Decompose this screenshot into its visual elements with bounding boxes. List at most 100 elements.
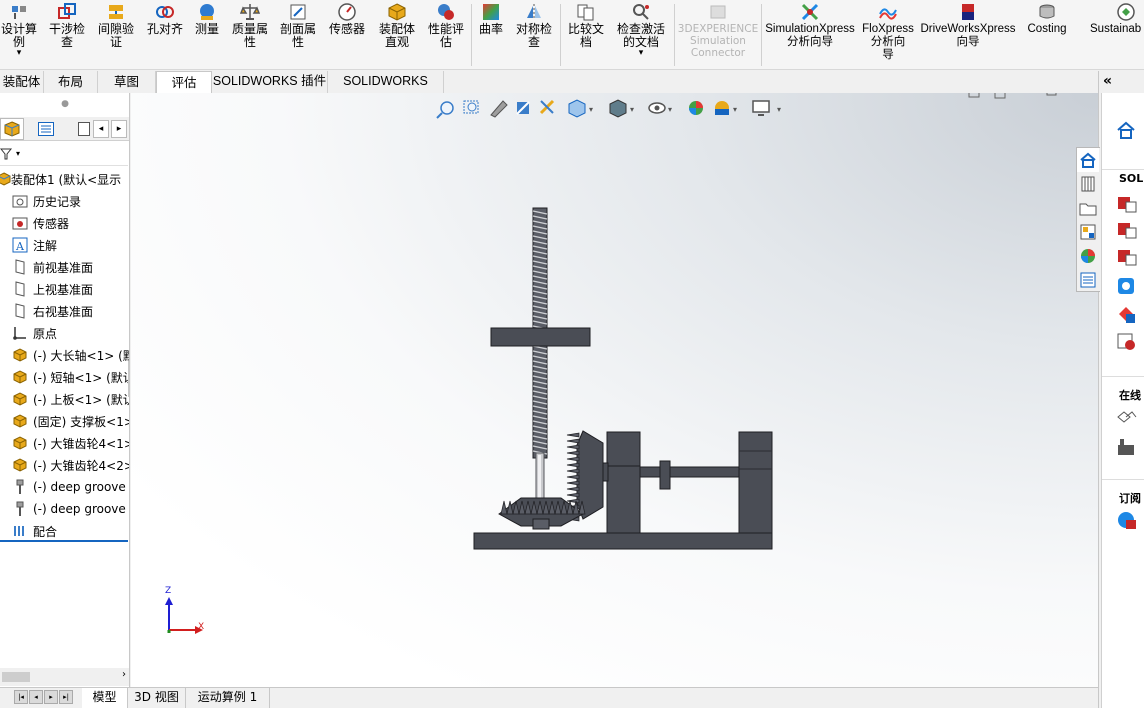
tab-assembly[interactable]: 装配体 bbox=[0, 71, 44, 93]
tree-item[interactable]: 传感器 bbox=[10, 213, 69, 233]
tab-evaluate[interactable]: 评估 bbox=[156, 71, 212, 93]
sustainability-button[interactable]: Sustainab bbox=[1090, 2, 1144, 36]
check-active-document-button[interactable]: 检查激活 的文档 ▾ bbox=[612, 2, 670, 58]
design-library-tab[interactable] bbox=[1077, 172, 1099, 196]
tree-item[interactable]: A 注解 bbox=[10, 235, 57, 255]
long-screw-shaft[interactable] bbox=[532, 207, 548, 514]
task-pane-home-tab[interactable] bbox=[1077, 148, 1099, 172]
tab-solidworks-mbd[interactable]: SOLIDWORKS MBD bbox=[328, 71, 444, 109]
first-tab-icon[interactable]: |◂ bbox=[14, 690, 28, 704]
hide-show-items-icon[interactable]: ▾ bbox=[648, 102, 672, 114]
tab-3d-view[interactable]: 3D 视图 bbox=[128, 688, 186, 708]
horizontal-scrollbar[interactable]: › bbox=[0, 668, 129, 686]
tree-item[interactable]: 右视基准面 bbox=[10, 301, 93, 321]
restore-window-icon[interactable] bbox=[1046, 93, 1058, 96]
panel-grip[interactable]: ● bbox=[0, 93, 129, 115]
design-study-button[interactable]: 设计算 例 ▾ bbox=[0, 2, 38, 58]
horizontal-bevel-gear[interactable] bbox=[498, 497, 586, 530]
tree-filter-bar[interactable]: ▾ bbox=[0, 142, 128, 166]
symmetry-check-button[interactable]: 对称检 查 bbox=[511, 2, 557, 49]
next-window-icon[interactable] bbox=[994, 93, 1006, 99]
upper-plate[interactable] bbox=[490, 327, 591, 347]
performance-evaluation-button[interactable]: 性能评 估 bbox=[424, 2, 468, 49]
resource-item-icon[interactable] bbox=[1116, 220, 1138, 243]
view-settings-icon[interactable]: ▾ bbox=[752, 100, 781, 116]
tab-solidworks-addins[interactable]: SOLIDWORKS 插件 bbox=[212, 71, 328, 93]
driveworksxpress-button[interactable]: DriveWorksXpress 向导 bbox=[920, 2, 1016, 49]
scroll-left-arrow-icon[interactable]: ◂ bbox=[93, 120, 109, 138]
display-style-icon[interactable]: ▾ bbox=[609, 99, 634, 118]
home-icon[interactable] bbox=[1116, 121, 1136, 142]
property-manager-tab[interactable] bbox=[36, 120, 56, 138]
right-upright[interactable] bbox=[738, 431, 773, 534]
resource-item-icon[interactable] bbox=[1116, 276, 1138, 299]
edit-appearance-icon[interactable] bbox=[689, 101, 703, 115]
view-palette-tab[interactable] bbox=[1077, 220, 1099, 244]
scrollbar-thumb[interactable] bbox=[2, 672, 30, 682]
floxpress-button[interactable]: FloXpress 分析向 导 bbox=[860, 2, 916, 62]
dropdown-arrow-icon[interactable]: ▾ bbox=[639, 49, 644, 58]
tree-item[interactable]: (-) deep groove bbox=[10, 499, 126, 519]
sensor-button[interactable]: 传感器 bbox=[324, 2, 370, 36]
tree-item[interactable]: (-) 上板<1> (默认 bbox=[10, 389, 129, 409]
mass-properties-button[interactable]: 质量属 性 bbox=[228, 2, 272, 49]
resource-item-icon[interactable] bbox=[1116, 304, 1138, 327]
tab-layout[interactable]: 布局 bbox=[44, 71, 98, 93]
hole-alignment-button[interactable]: 孔对齐 bbox=[143, 2, 187, 36]
view-orientation-icon[interactable]: ▾ bbox=[568, 99, 593, 118]
tree-root-assembly[interactable]: 装配体1 (默认<显示 bbox=[0, 169, 121, 189]
zoom-to-fit-icon[interactable] bbox=[436, 101, 454, 119]
tree-item[interactable]: 历史记录 bbox=[10, 191, 81, 211]
tree-item[interactable]: (固定) 支撑板<1> bbox=[10, 411, 129, 431]
resource-item-icon[interactable] bbox=[1116, 247, 1138, 270]
support-base[interactable] bbox=[473, 532, 773, 550]
custom-properties-tab[interactable] bbox=[1077, 268, 1099, 292]
file-explorer-tab[interactable] bbox=[1077, 196, 1099, 220]
tab-sketch[interactable]: 草图 bbox=[98, 71, 156, 93]
previous-window-icon[interactable] bbox=[968, 93, 980, 98]
bearing-block[interactable] bbox=[606, 431, 641, 534]
feature-manager-tab[interactable] bbox=[0, 118, 24, 140]
zoom-to-area-icon[interactable] bbox=[463, 100, 479, 114]
tab-motion-study[interactable]: 运动算例 1 bbox=[186, 688, 270, 708]
tree-item[interactable]: (-) 短轴<1> (默认 bbox=[10, 367, 129, 387]
graphics-area[interactable]: ▾ ▾ ▾ ▾ ▾ Z X bbox=[131, 93, 1098, 687]
resource-item-icon[interactable] bbox=[1116, 194, 1138, 217]
collapse-task-pane-icon[interactable]: « bbox=[1103, 71, 1143, 93]
assembly-model[interactable] bbox=[473, 207, 773, 550]
interference-detection-button[interactable]: 干涉检 查 bbox=[44, 2, 90, 49]
measure-button[interactable]: 测量 bbox=[190, 2, 224, 36]
tree-item[interactable]: (-) 大长轴<1> (默 bbox=[10, 345, 129, 365]
appearances-tab[interactable] bbox=[1077, 244, 1099, 268]
short-shaft[interactable] bbox=[639, 466, 740, 478]
dropdown-arrow-icon[interactable]: ▾ bbox=[17, 49, 22, 58]
scroll-right-icon[interactable]: › bbox=[122, 669, 126, 680]
configuration-manager-tab[interactable] bbox=[76, 120, 92, 138]
tree-item[interactable]: 前视基准面 bbox=[10, 257, 93, 277]
curvature-button[interactable]: 曲率 bbox=[475, 2, 507, 36]
dynamic-annotation-icon[interactable] bbox=[539, 99, 555, 115]
shaft-ring[interactable] bbox=[659, 460, 671, 490]
previous-view-icon[interactable] bbox=[490, 100, 508, 118]
assemblyxpert-button[interactable]: 装配体 直观 bbox=[374, 2, 420, 49]
tab-model[interactable]: 模型 bbox=[82, 688, 128, 708]
tree-item[interactable]: 上视基准面 bbox=[10, 279, 93, 299]
clearance-verification-button[interactable]: 间隙验 证 bbox=[94, 2, 138, 49]
subscription-services-icon[interactable] bbox=[1116, 510, 1138, 533]
apply-scene-icon[interactable]: ▾ bbox=[715, 101, 737, 115]
scroll-right-arrow-icon[interactable]: ▸ bbox=[111, 120, 127, 138]
panel-collapse-handle[interactable]: ● bbox=[128, 361, 129, 397]
simulationxpress-button[interactable]: SimulationXpress 分析向导 bbox=[763, 2, 857, 49]
section-view-icon[interactable] bbox=[516, 101, 530, 115]
tree-item[interactable]: (-) 大锥齿轮4<1> bbox=[10, 433, 129, 453]
section-properties-button[interactable]: 剖面属 性 bbox=[276, 2, 320, 49]
next-tab-icon[interactable]: ▸ bbox=[44, 690, 58, 704]
tree-item[interactable]: 配合 bbox=[10, 521, 57, 541]
compare-documents-button[interactable]: 比较文 档 bbox=[564, 2, 608, 49]
last-tab-icon[interactable]: ▸| bbox=[59, 690, 73, 704]
manufacturing-icon[interactable] bbox=[1116, 437, 1138, 460]
tree-item[interactable]: (-) deep groove bbox=[10, 477, 126, 497]
resource-item-icon[interactable] bbox=[1116, 331, 1138, 354]
tree-item[interactable]: (-) 大锥齿轮4<2> bbox=[10, 455, 129, 475]
partner-icon[interactable] bbox=[1116, 407, 1138, 430]
